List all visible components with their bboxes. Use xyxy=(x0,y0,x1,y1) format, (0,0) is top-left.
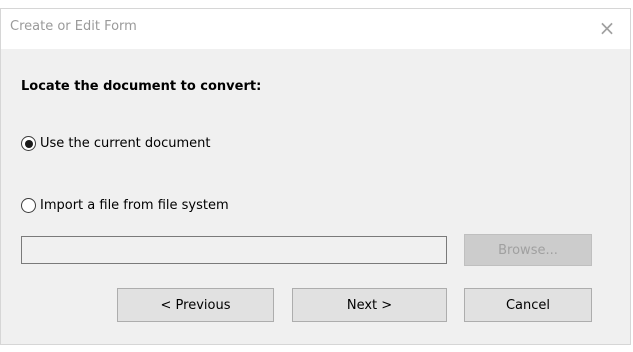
window-title: Create or Edit Form xyxy=(10,19,137,34)
browse-button[interactable]: Browse... xyxy=(464,234,592,266)
option-label: Import a file from file system xyxy=(40,198,229,213)
create-edit-form-dialog: Create or Edit Form × Locate the documen… xyxy=(0,8,631,345)
radio-unselected-icon[interactable] xyxy=(21,198,36,213)
option-import-file[interactable]: Import a file from file system xyxy=(21,198,229,213)
section-heading: Locate the document to convert: xyxy=(21,79,262,94)
radio-selected-icon[interactable] xyxy=(21,136,36,151)
cancel-button[interactable]: Cancel xyxy=(464,288,592,322)
option-use-current-document[interactable]: Use the current document xyxy=(21,136,211,151)
option-label: Use the current document xyxy=(40,136,211,151)
next-button[interactable]: Next > xyxy=(292,288,447,322)
title-bar: Create or Edit Form × xyxy=(1,9,630,49)
close-icon[interactable]: × xyxy=(594,15,620,41)
file-path-input[interactable] xyxy=(21,236,447,264)
previous-button[interactable]: < Previous xyxy=(117,288,274,322)
